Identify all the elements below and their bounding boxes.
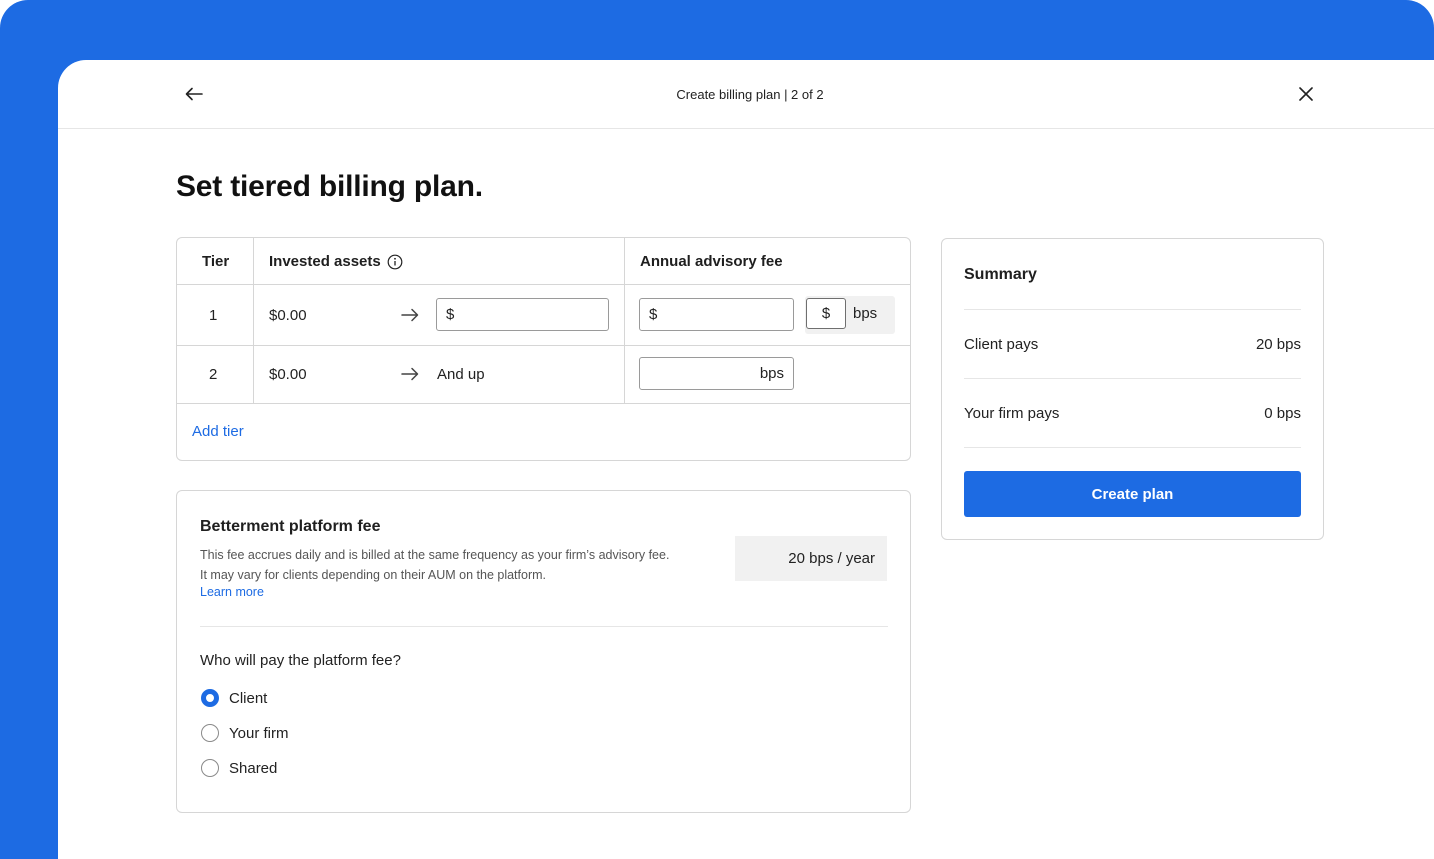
info-icon[interactable]	[387, 254, 403, 270]
client-pays-value: 20 bps	[1255, 336, 1301, 353]
tier-2-fee-input[interactable]: bps	[639, 357, 794, 390]
radio-label: Shared	[229, 759, 278, 777]
input-prefix: $	[446, 306, 455, 323]
header-invested-assets: Invested assets	[269, 253, 403, 270]
tier-number: 2	[209, 366, 218, 383]
summary-title: Summary	[964, 266, 1037, 283]
summary-card: Summary Client pays 20 bps Your firm pay…	[941, 238, 1324, 540]
row-divider	[177, 403, 910, 404]
platform-fee-value-text: 20 bps / year	[788, 550, 875, 567]
column-divider	[624, 238, 625, 403]
unit-option-bps[interactable]: bps	[853, 305, 877, 322]
platform-fee-value: 20 bps / year	[735, 536, 887, 581]
row-divider	[177, 345, 910, 346]
close-icon	[1299, 87, 1313, 101]
input-prefix: $	[649, 306, 658, 323]
payer-question: Who will pay the platform fee?	[200, 652, 401, 669]
page-title: Set tiered billing plan.	[176, 170, 483, 203]
input-suffix: bps	[759, 365, 784, 382]
arrow-right-icon	[401, 367, 419, 381]
tier-table: Tier Invested assets Annual advisory fee…	[176, 237, 911, 461]
add-tier-link[interactable]: Add tier	[192, 423, 244, 440]
radio-label: Your firm	[229, 724, 289, 742]
tier-from-value: $0.00	[269, 307, 307, 324]
platform-fee-description: This fee accrues daily and is billed at …	[200, 548, 670, 582]
unit-option-dollar[interactable]: $	[806, 298, 846, 329]
step-title: Create billing plan | 2 of 2	[676, 87, 824, 102]
radio-option-shared[interactable]: Shared	[201, 759, 277, 777]
radio-label: Client	[229, 689, 268, 707]
close-button[interactable]	[1292, 80, 1320, 108]
firm-pays-value: 0 bps	[1264, 405, 1301, 422]
radio-option-your-firm[interactable]: Your firm	[201, 724, 288, 742]
tier-upper-bound-text: And up	[437, 366, 485, 383]
platform-fee-card: Betterment platform fee This fee accrues…	[176, 490, 911, 813]
tier-1-fee-input[interactable]: $	[639, 298, 794, 331]
radio-option-client[interactable]: Client	[201, 689, 267, 707]
tier-1-upper-bound-input[interactable]: $	[436, 298, 609, 331]
radio-button[interactable]	[201, 724, 219, 742]
radio-button[interactable]	[201, 759, 219, 777]
learn-more-link[interactable]: Learn more	[200, 585, 264, 599]
header-tier: Tier	[202, 253, 230, 270]
divider	[964, 309, 1301, 310]
create-plan-button[interactable]: Create plan	[964, 471, 1301, 517]
column-divider	[253, 238, 254, 403]
tier-from-value: $0.00	[269, 366, 307, 383]
divider	[964, 378, 1301, 379]
platform-fee-title: Betterment platform fee	[200, 518, 381, 535]
header-annual-fee: Annual advisory fee	[640, 253, 783, 270]
divider	[964, 447, 1301, 448]
billing-plan-modal: Create billing plan | 2 of 2 Set tiered …	[58, 60, 1434, 859]
row-divider	[177, 284, 910, 285]
arrow-right-icon	[401, 308, 419, 322]
modal-header: Create billing plan | 2 of 2	[58, 60, 1434, 129]
header-invested-assets-label: Invested assets	[269, 253, 381, 270]
firm-pays-label: Your firm pays	[964, 405, 1060, 422]
radio-button-checked[interactable]	[201, 689, 219, 707]
tier-number: 1	[209, 307, 218, 324]
fee-unit-toggle: $ bps	[805, 296, 895, 334]
divider	[200, 626, 888, 627]
client-pays-label: Client pays	[964, 336, 1039, 353]
